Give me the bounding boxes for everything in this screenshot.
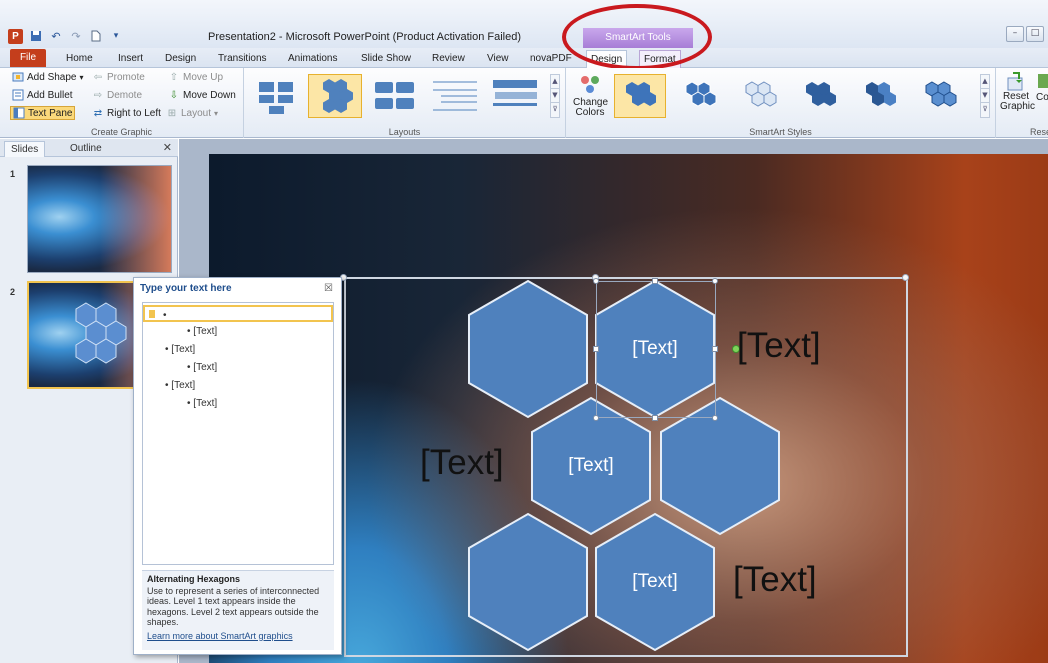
bullet-marker [149, 310, 155, 318]
hexagon-4[interactable] [660, 396, 780, 536]
bullet-icon: • [187, 398, 191, 409]
selection-handle[interactable] [593, 278, 599, 284]
selection-handle[interactable] [593, 415, 599, 421]
outer-text-1[interactable]: [Text] [737, 326, 821, 366]
selection-handle[interactable] [652, 278, 658, 284]
selection-handle[interactable] [712, 415, 718, 421]
layout-description-text: Use to represent a series of interconnec… [147, 585, 320, 628]
learn-more-link[interactable]: Learn more about SmartArt graphics [147, 631, 329, 642]
bullet-icon: • [165, 380, 169, 391]
hexagon-1[interactable] [468, 279, 588, 419]
outer-text-3[interactable]: [Text] [733, 560, 817, 600]
hexagon-5[interactable] [468, 512, 588, 652]
text-pane-line[interactable]: • [143, 305, 333, 322]
bullet-icon: • [165, 344, 169, 355]
text-pane-line[interactable]: • [Text] [143, 359, 333, 376]
shape-selection-box [596, 281, 716, 418]
close-icon[interactable]: ☒ [324, 283, 333, 294]
text-pane-line[interactable]: • [Text] [143, 395, 333, 412]
selection-handle[interactable] [712, 278, 718, 284]
text-pane-editor[interactable]: • • [Text] • [Text] • [Text] • [Text] • … [142, 302, 334, 565]
hexagon-3[interactable]: [Text] [531, 396, 651, 536]
outer-text-2[interactable]: [Text] [420, 443, 504, 483]
smartart-text-pane: Type your text here ☒ • • [Text] • [Text… [133, 277, 342, 655]
hexagon-3-label: [Text] [568, 455, 613, 476]
bullet-icon: • [187, 326, 191, 337]
text-pane-line[interactable]: • [Text] [143, 377, 333, 394]
bullet-icon: • [187, 362, 191, 373]
layout-name: Alternating Hexagons [147, 574, 241, 584]
text-pane-line[interactable]: • [Text] [143, 341, 333, 358]
bullet-icon: • [163, 310, 167, 321]
selection-handle[interactable] [712, 346, 718, 352]
text-pane-line[interactable]: • [Text] [143, 323, 333, 340]
hexagon-6-label: [Text] [632, 571, 677, 592]
selection-handle[interactable] [652, 415, 658, 421]
layout-description: Alternating Hexagons Use to represent a … [142, 570, 334, 650]
hexagon-6[interactable]: [Text] [595, 512, 715, 652]
text-pane-title: Type your text here [140, 283, 232, 294]
selection-handle[interactable] [593, 346, 599, 352]
